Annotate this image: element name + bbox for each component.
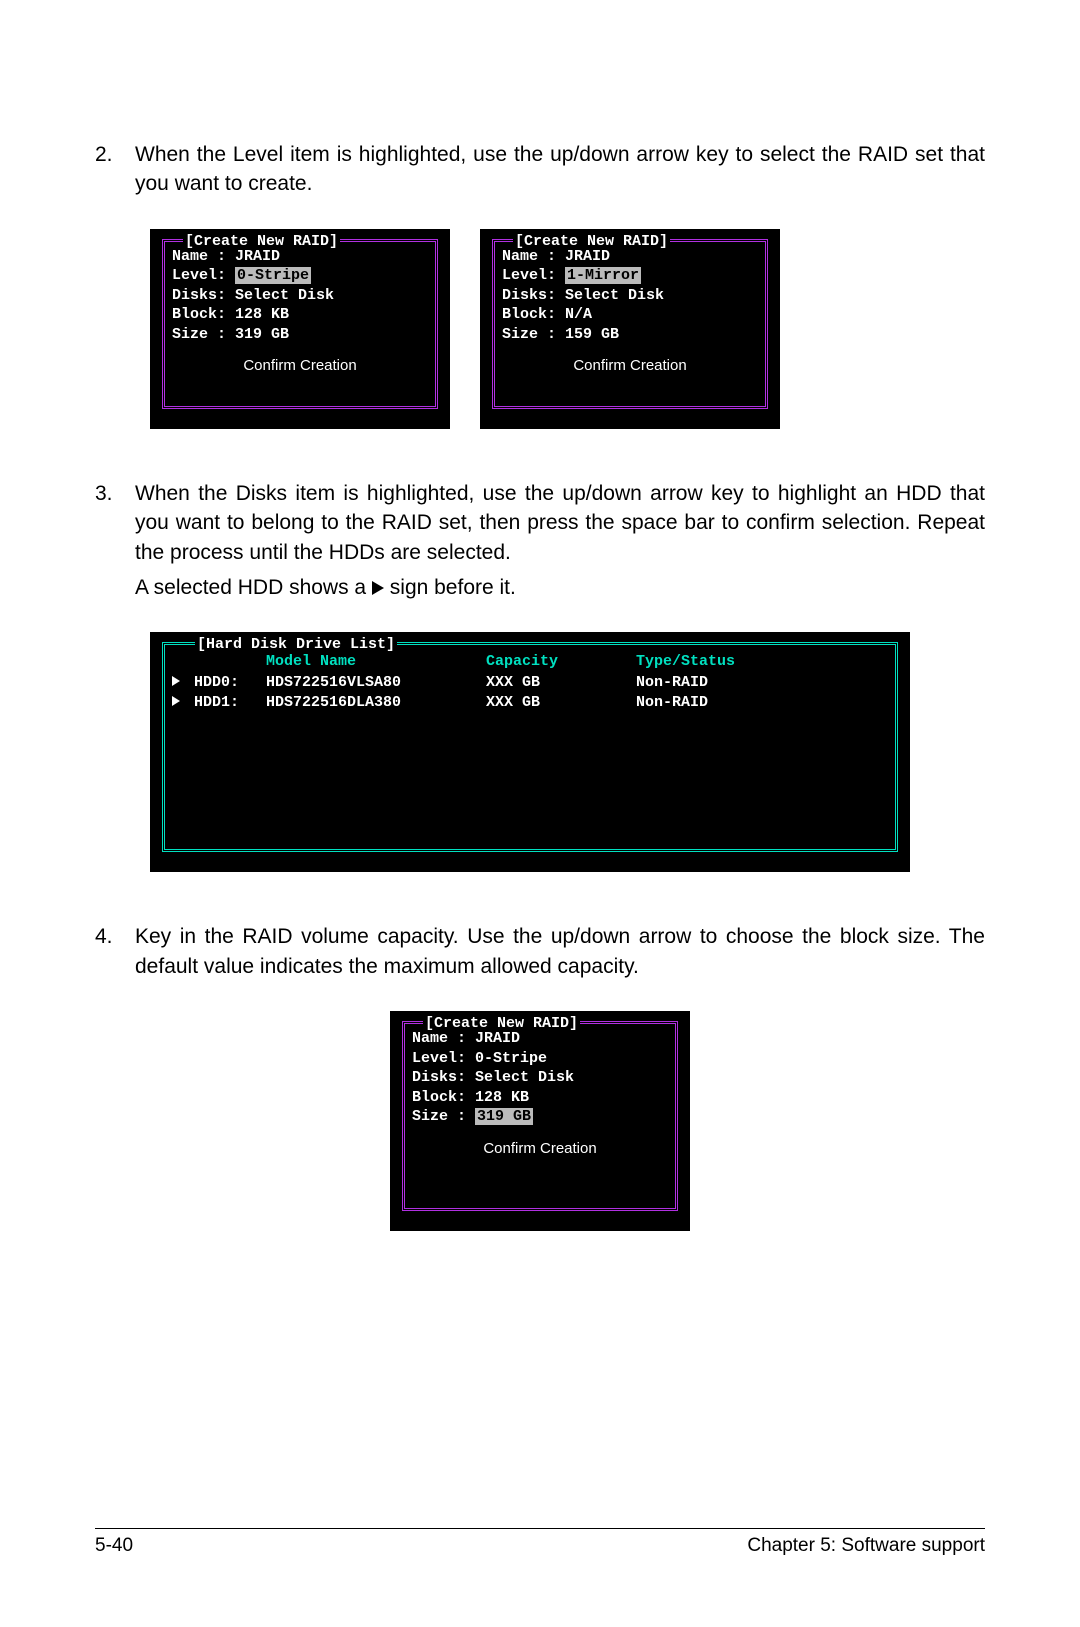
hdd-capacity: XXX GB [486, 673, 636, 693]
raid-panel-size: [Create New RAID] Name : JRAID Level: 0-… [390, 1011, 690, 1231]
hdd-model: HDS722516VLSA80 [266, 673, 486, 693]
field-disks: Disks: Select Disk [502, 286, 758, 306]
step-text: When the Disks item is highlighted, use … [135, 479, 985, 609]
panel-body: Name : JRAID Level: 1-Mirror Disks: Sele… [490, 239, 770, 384]
hdd-capacity: XXX GB [486, 693, 636, 713]
step-text: When the Level item is highlighted, use … [135, 140, 985, 205]
panel-body: Model Name Capacity Type/Status HDD0: HD… [160, 642, 900, 723]
field-name: Name : JRAID [502, 247, 758, 267]
page-footer: 5-40 Chapter 5: Software support [95, 1528, 985, 1557]
triangle-icon [372, 581, 384, 595]
raid-panel-stripe: [Create New RAID] Name : JRAID Level: 0-… [150, 229, 450, 429]
panel-body: Name : JRAID Level: 0-Stripe Disks: Sele… [400, 1021, 680, 1166]
selected-hdd-note: A selected HDD shows a sign before it. [135, 573, 985, 602]
field-name: Name : JRAID [412, 1029, 668, 1049]
field-level[interactable]: Level: 1-Mirror [502, 266, 758, 286]
level-highlight[interactable]: 0-Stripe [235, 267, 311, 284]
hdd-row[interactable]: HDD0: HDS722516VLSA80 XXX GB Non-RAID [172, 673, 888, 693]
chapter-title: Chapter 5: Software support [747, 1535, 985, 1557]
field-disks: Disks: Select Disk [412, 1068, 668, 1088]
panel-body: Name : JRAID Level: 0-Stripe Disks: Sele… [160, 239, 440, 384]
hdd-type: Non-RAID [636, 673, 888, 693]
col-type-header: Type/Status [636, 652, 888, 672]
col-model-header: Model Name [266, 652, 486, 672]
selected-marker-icon [172, 673, 194, 693]
step-4: 4. Key in the RAID volume capacity. Use … [95, 922, 985, 987]
field-level: Level: 0-Stripe [412, 1049, 668, 1069]
step-number: 2. [95, 140, 135, 205]
field-block: Block: 128 KB [412, 1088, 668, 1108]
confirm-creation[interactable]: Confirm Creation [502, 356, 758, 376]
raid-panels-row: [Create New RAID] Name : JRAID Level: 0-… [150, 229, 985, 429]
raid-panel-mirror: [Create New RAID] Name : JRAID Level: 1-… [480, 229, 780, 429]
selected-marker-icon [172, 693, 194, 713]
level-highlight[interactable]: 1-Mirror [565, 267, 641, 284]
size-highlight[interactable]: 319 GB [475, 1108, 533, 1125]
confirm-creation[interactable]: Confirm Creation [172, 356, 428, 376]
field-disks: Disks: Select Disk [172, 286, 428, 306]
step-text: Key in the RAID volume capacity. Use the… [135, 922, 985, 987]
field-level[interactable]: Level: 0-Stripe [172, 266, 428, 286]
hdd-list-panel: [Hard Disk Drive List] Model Name Capaci… [150, 632, 910, 872]
step-number: 3. [95, 479, 135, 609]
confirm-creation[interactable]: Confirm Creation [412, 1139, 668, 1159]
hdd-header-row: Model Name Capacity Type/Status [172, 652, 888, 672]
step-3: 3. When the Disks item is highlighted, u… [95, 479, 985, 609]
field-size: Size : 319 GB [172, 325, 428, 345]
field-size: Size : 159 GB [502, 325, 758, 345]
hdd-model: HDS722516DLA380 [266, 693, 486, 713]
page-number: 5-40 [95, 1535, 133, 1557]
field-name: Name : JRAID [172, 247, 428, 267]
hdd-id: HDD1: [194, 693, 266, 713]
col-capacity-header: Capacity [486, 652, 636, 672]
step-number: 4. [95, 922, 135, 987]
field-size[interactable]: Size : 319 GB [412, 1107, 668, 1127]
field-block: Block: N/A [502, 305, 758, 325]
field-block: Block: 128 KB [172, 305, 428, 325]
hdd-row[interactable]: HDD1: HDS722516DLA380 XXX GB Non-RAID [172, 693, 888, 713]
hdd-id: HDD0: [194, 673, 266, 693]
hdd-type: Non-RAID [636, 693, 888, 713]
step-2: 2. When the Level item is highlighted, u… [95, 140, 985, 205]
